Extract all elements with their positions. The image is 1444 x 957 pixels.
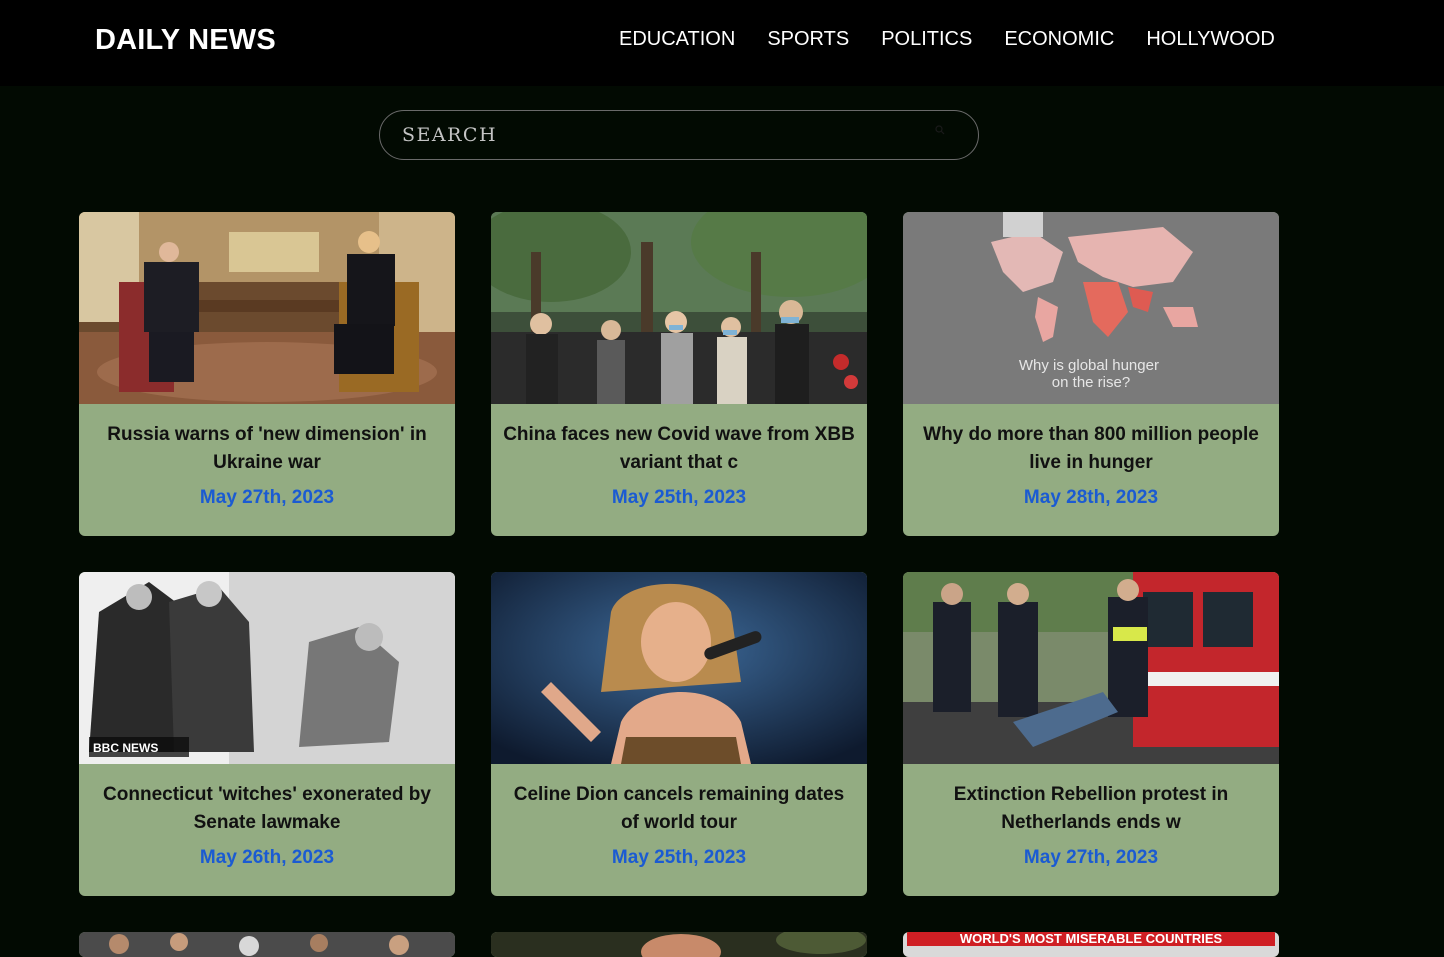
article-card[interactable]: Russia warns of 'new dimension' in Ukrai…: [79, 212, 455, 536]
article-date: May 25th, 2023: [611, 847, 747, 868]
main-nav: EDUCATION SPORTS POLITICS ECONOMIC HOLLY…: [619, 28, 1275, 51]
site-logo[interactable]: DAILY NEWS: [95, 24, 276, 57]
search-input[interactable]: [402, 119, 922, 151]
bbc-news-logo: BBC NEWS: [93, 741, 158, 755]
article-image: [491, 572, 867, 764]
article-title: China faces new Covid wave from XBB vari…: [503, 424, 855, 473]
article-card[interactable]: BBC NEWS Connecticut 'witches' exonerate…: [79, 572, 455, 896]
article-title: Why do more than 800 million people live…: [923, 424, 1259, 473]
article-title: Russia warns of 'new dimension' in Ukrai…: [107, 424, 427, 473]
article-image: [491, 212, 867, 404]
article-card[interactable]: China faces new Covid wave from XBB vari…: [491, 212, 867, 536]
nav-link-politics[interactable]: POLITICS: [881, 28, 972, 51]
article-date: May 26th, 2023: [199, 847, 335, 868]
article-card[interactable]: [79, 932, 455, 957]
nav-link-hollywood[interactable]: HOLLYWOOD: [1146, 28, 1275, 51]
article-image: [903, 572, 1279, 764]
article-card[interactable]: Extinction Rebellion protest in Netherla…: [903, 572, 1279, 896]
article-image: [491, 932, 867, 957]
search-icon[interactable]: [935, 125, 945, 135]
article-date: May 25th, 2023: [611, 487, 747, 508]
article-date: May 27th, 2023: [199, 487, 335, 508]
article-image: [79, 932, 455, 957]
search-bar: [379, 110, 979, 160]
nav-link-economic[interactable]: ECONOMIC: [1004, 28, 1114, 51]
article-card[interactable]: Celine Dion cancels remaining dates of w…: [491, 572, 867, 896]
article-title: Celine Dion cancels remaining dates of w…: [513, 784, 845, 833]
article-card[interactable]: [491, 932, 867, 957]
article-image: Why is global hunger on the rise?: [903, 212, 1279, 404]
navbar: DAILY NEWS EDUCATION SPORTS POLITICS ECO…: [0, 0, 1444, 86]
image-caption: WORLD'S MOST MISERABLE COUNTRIES: [960, 932, 1223, 946]
article-card[interactable]: Why is global hunger on the rise? Why do…: [903, 212, 1279, 536]
article-image: BBC NEWS: [79, 572, 455, 764]
article-date: May 28th, 2023: [1023, 487, 1159, 508]
nav-link-education[interactable]: EDUCATION: [619, 28, 735, 51]
nav-link-sports[interactable]: SPORTS: [767, 28, 849, 51]
article-image: [79, 212, 455, 404]
article-title: Extinction Rebellion protest in Netherla…: [953, 784, 1229, 833]
article-title: Connecticut 'witches' exonerated by Sena…: [103, 784, 431, 833]
article-grid: Russia warns of 'new dimension' in Ukrai…: [79, 212, 1279, 957]
article-image: WORLD'S MOST MISERABLE COUNTRIES: [903, 932, 1279, 957]
article-card[interactable]: WORLD'S MOST MISERABLE COUNTRIES: [903, 932, 1279, 957]
article-date: May 27th, 2023: [1023, 847, 1159, 868]
